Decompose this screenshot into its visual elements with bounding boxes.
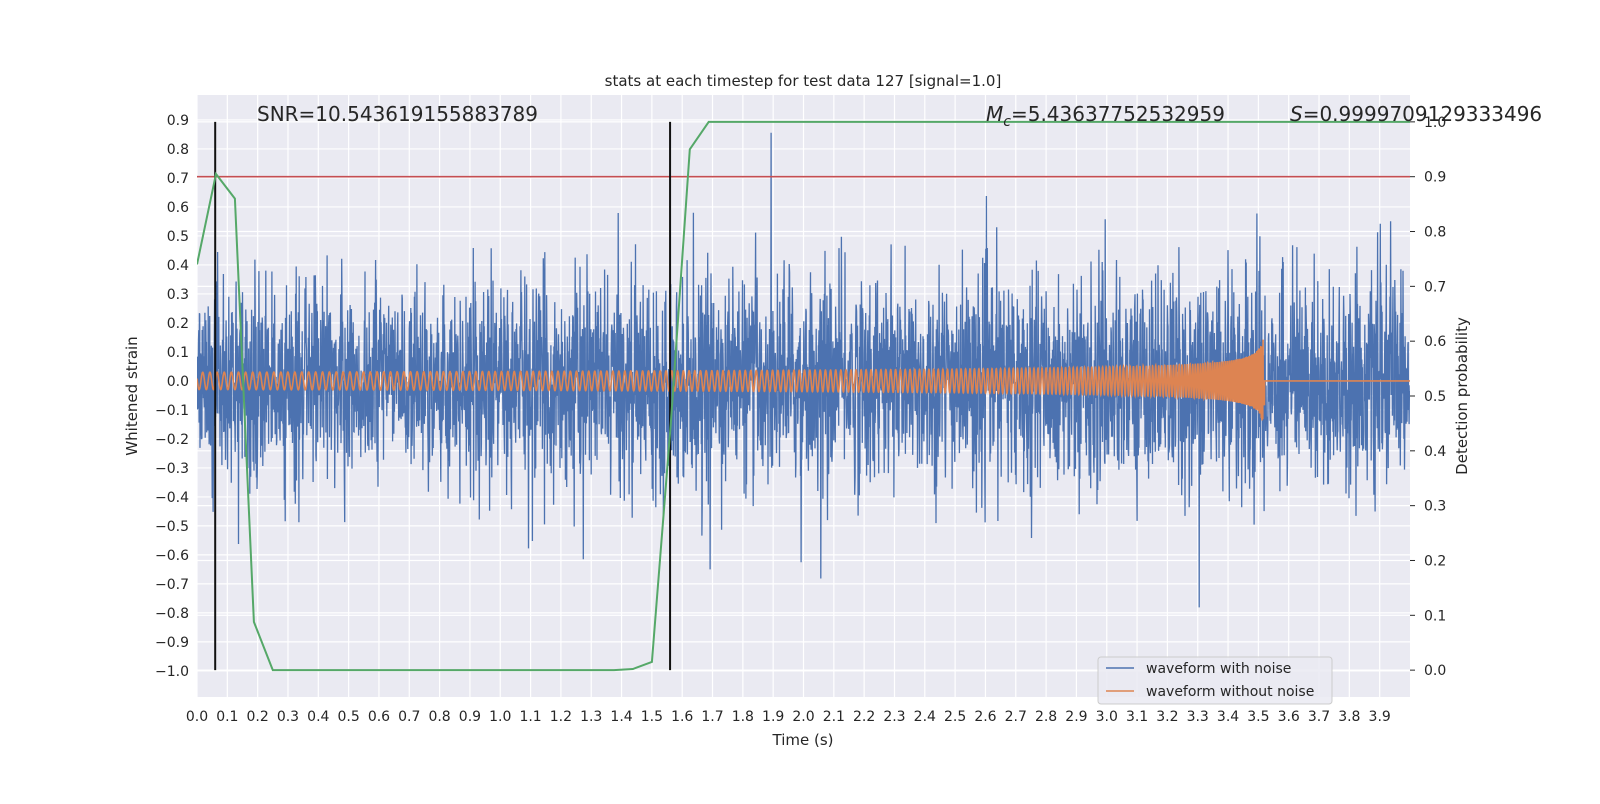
y-tick-label: −0.1 [155,403,189,419]
y2-axis-ticks: 0.00.10.20.30.40.50.60.70.80.91.0 [1410,115,1446,679]
x-tick-label: 1.9 [762,709,784,725]
y-tick-label: −0.2 [155,432,189,448]
x-tick-label: 2.2 [853,709,875,725]
y2-tick-label: 0.7 [1424,279,1446,295]
chart: stats at each timestep for test data 127… [123,72,1542,749]
x-tick-label: 1.6 [671,709,693,725]
x-tick-label: 1.7 [701,709,723,725]
x-tick-label: 3.2 [1156,709,1178,725]
legend-label-noise: waveform with noise [1146,661,1291,677]
x-tick-label: 3.0 [1096,709,1118,725]
y2-tick-label: 0.8 [1424,225,1446,241]
y-tick-label: −0.8 [155,606,189,622]
x-tick-label: 0.5 [337,709,359,725]
chart-title: stats at each timestep for test data 127… [605,72,1002,90]
y-tick-label: 0.3 [167,287,189,303]
x-tick-label: 2.5 [944,709,966,725]
x-tick-label: 3.5 [1247,709,1269,725]
x-tick-label: 2.7 [1005,709,1027,725]
s-value: =0.9999709129333496 [1303,102,1542,126]
x-tick-label: 2.6 [974,709,996,725]
x-tick-label: 1.2 [550,709,572,725]
y-tick-label: −0.7 [155,577,189,593]
y-tick-label: −0.5 [155,519,189,535]
y2-tick-label: 0.4 [1424,444,1446,460]
y-tick-label: 0.5 [167,229,189,245]
x-axis-label: Time (s) [772,731,834,749]
x-tick-label: 0.8 [428,709,450,725]
x-tick-label: 0.1 [216,709,238,725]
y-tick-label: −0.9 [155,635,189,651]
chirp-mass-annotation: Mc=5.43637752532959 [986,102,1225,130]
x-tick-label: 1.3 [580,709,602,725]
mc-symbol: M [986,102,1003,126]
x-tick-label: 3.8 [1338,709,1360,725]
x-tick-label: 0.4 [307,709,329,725]
y-tick-label: 0.8 [167,142,189,158]
y-tick-label: 0.0 [167,374,189,390]
mc-value: =5.43637752532959 [1011,102,1225,126]
x-tick-label: 0.2 [247,709,269,725]
x-tick-label: 2.1 [823,709,845,725]
x-tick-label: 0.3 [277,709,299,725]
x-tick-label: 3.9 [1369,709,1391,725]
x-tick-label: 1.4 [610,709,632,725]
y-tick-label: 0.2 [167,316,189,332]
x-tick-label: 3.1 [1126,709,1148,725]
x-tick-label: 1.5 [641,709,663,725]
y-tick-label: 0.1 [167,345,189,361]
y2-tick-label: 0.3 [1424,499,1446,515]
x-tick-label: 2.8 [1035,709,1057,725]
x-tick-label: 1.0 [489,709,511,725]
y-axis-label: Whitened strain [123,336,141,455]
y-axis-ticks: −1.0 −0.9 −0.8 −0.7 −0.6 −0.5 −0.4 −0.3 −0.2 −0.1… [155,113,189,680]
y2-tick-label: 0.5 [1424,389,1446,405]
x-axis-ticks: 0.0 0.1 0.2 0.3 0.4 0.5 0.6 0.7 0.8 0.9 1.0 1.1 1.2 1… [186,709,1391,725]
y2-tick-label: 0.2 [1424,553,1446,569]
y2-tick-label: 0.1 [1424,608,1446,624]
y2-tick-label: 0.0 [1424,663,1446,679]
s-annotation: S=0.9999709129333496 [1290,102,1542,126]
x-tick-label: 3.7 [1308,709,1330,725]
x-tick-label: 1.1 [519,709,541,725]
x-tick-label: 0.6 [368,709,390,725]
y-tick-label: 0.6 [167,200,189,216]
x-tick-label: 0.9 [459,709,481,725]
y-tick-label: −0.3 [155,461,189,477]
y2-axis-label: Detection probability [1453,317,1471,475]
x-tick-label: 0.0 [186,709,208,725]
y-tick-label: 0.7 [167,171,189,187]
snr-annotation: SNR=10.543619155883789 [257,102,538,126]
x-tick-label: 3.6 [1278,709,1300,725]
y-tick-label: −0.4 [155,490,189,506]
y-tick-label: 0.9 [167,113,189,129]
legend: waveform with noise waveform without noi… [1097,656,1333,705]
x-tick-label: 3.3 [1187,709,1209,725]
y2-tick-label: 0.9 [1424,170,1446,186]
x-tick-label: 2.0 [792,709,814,725]
x-tick-label: 2.3 [883,709,905,725]
y2-tick-label: 0.6 [1424,334,1446,350]
y-tick-label: −0.6 [155,548,189,564]
y-tick-label: 0.4 [167,258,189,274]
x-tick-label: 2.9 [1065,709,1087,725]
legend-label-signal: waveform without noise [1146,684,1314,700]
y-tick-label: −1.0 [155,664,189,680]
x-tick-label: 2.4 [914,709,936,725]
s-symbol: S [1290,102,1303,126]
x-tick-label: 1.8 [732,709,754,725]
x-tick-label: 0.7 [398,709,420,725]
x-tick-label: 3.4 [1217,709,1239,725]
